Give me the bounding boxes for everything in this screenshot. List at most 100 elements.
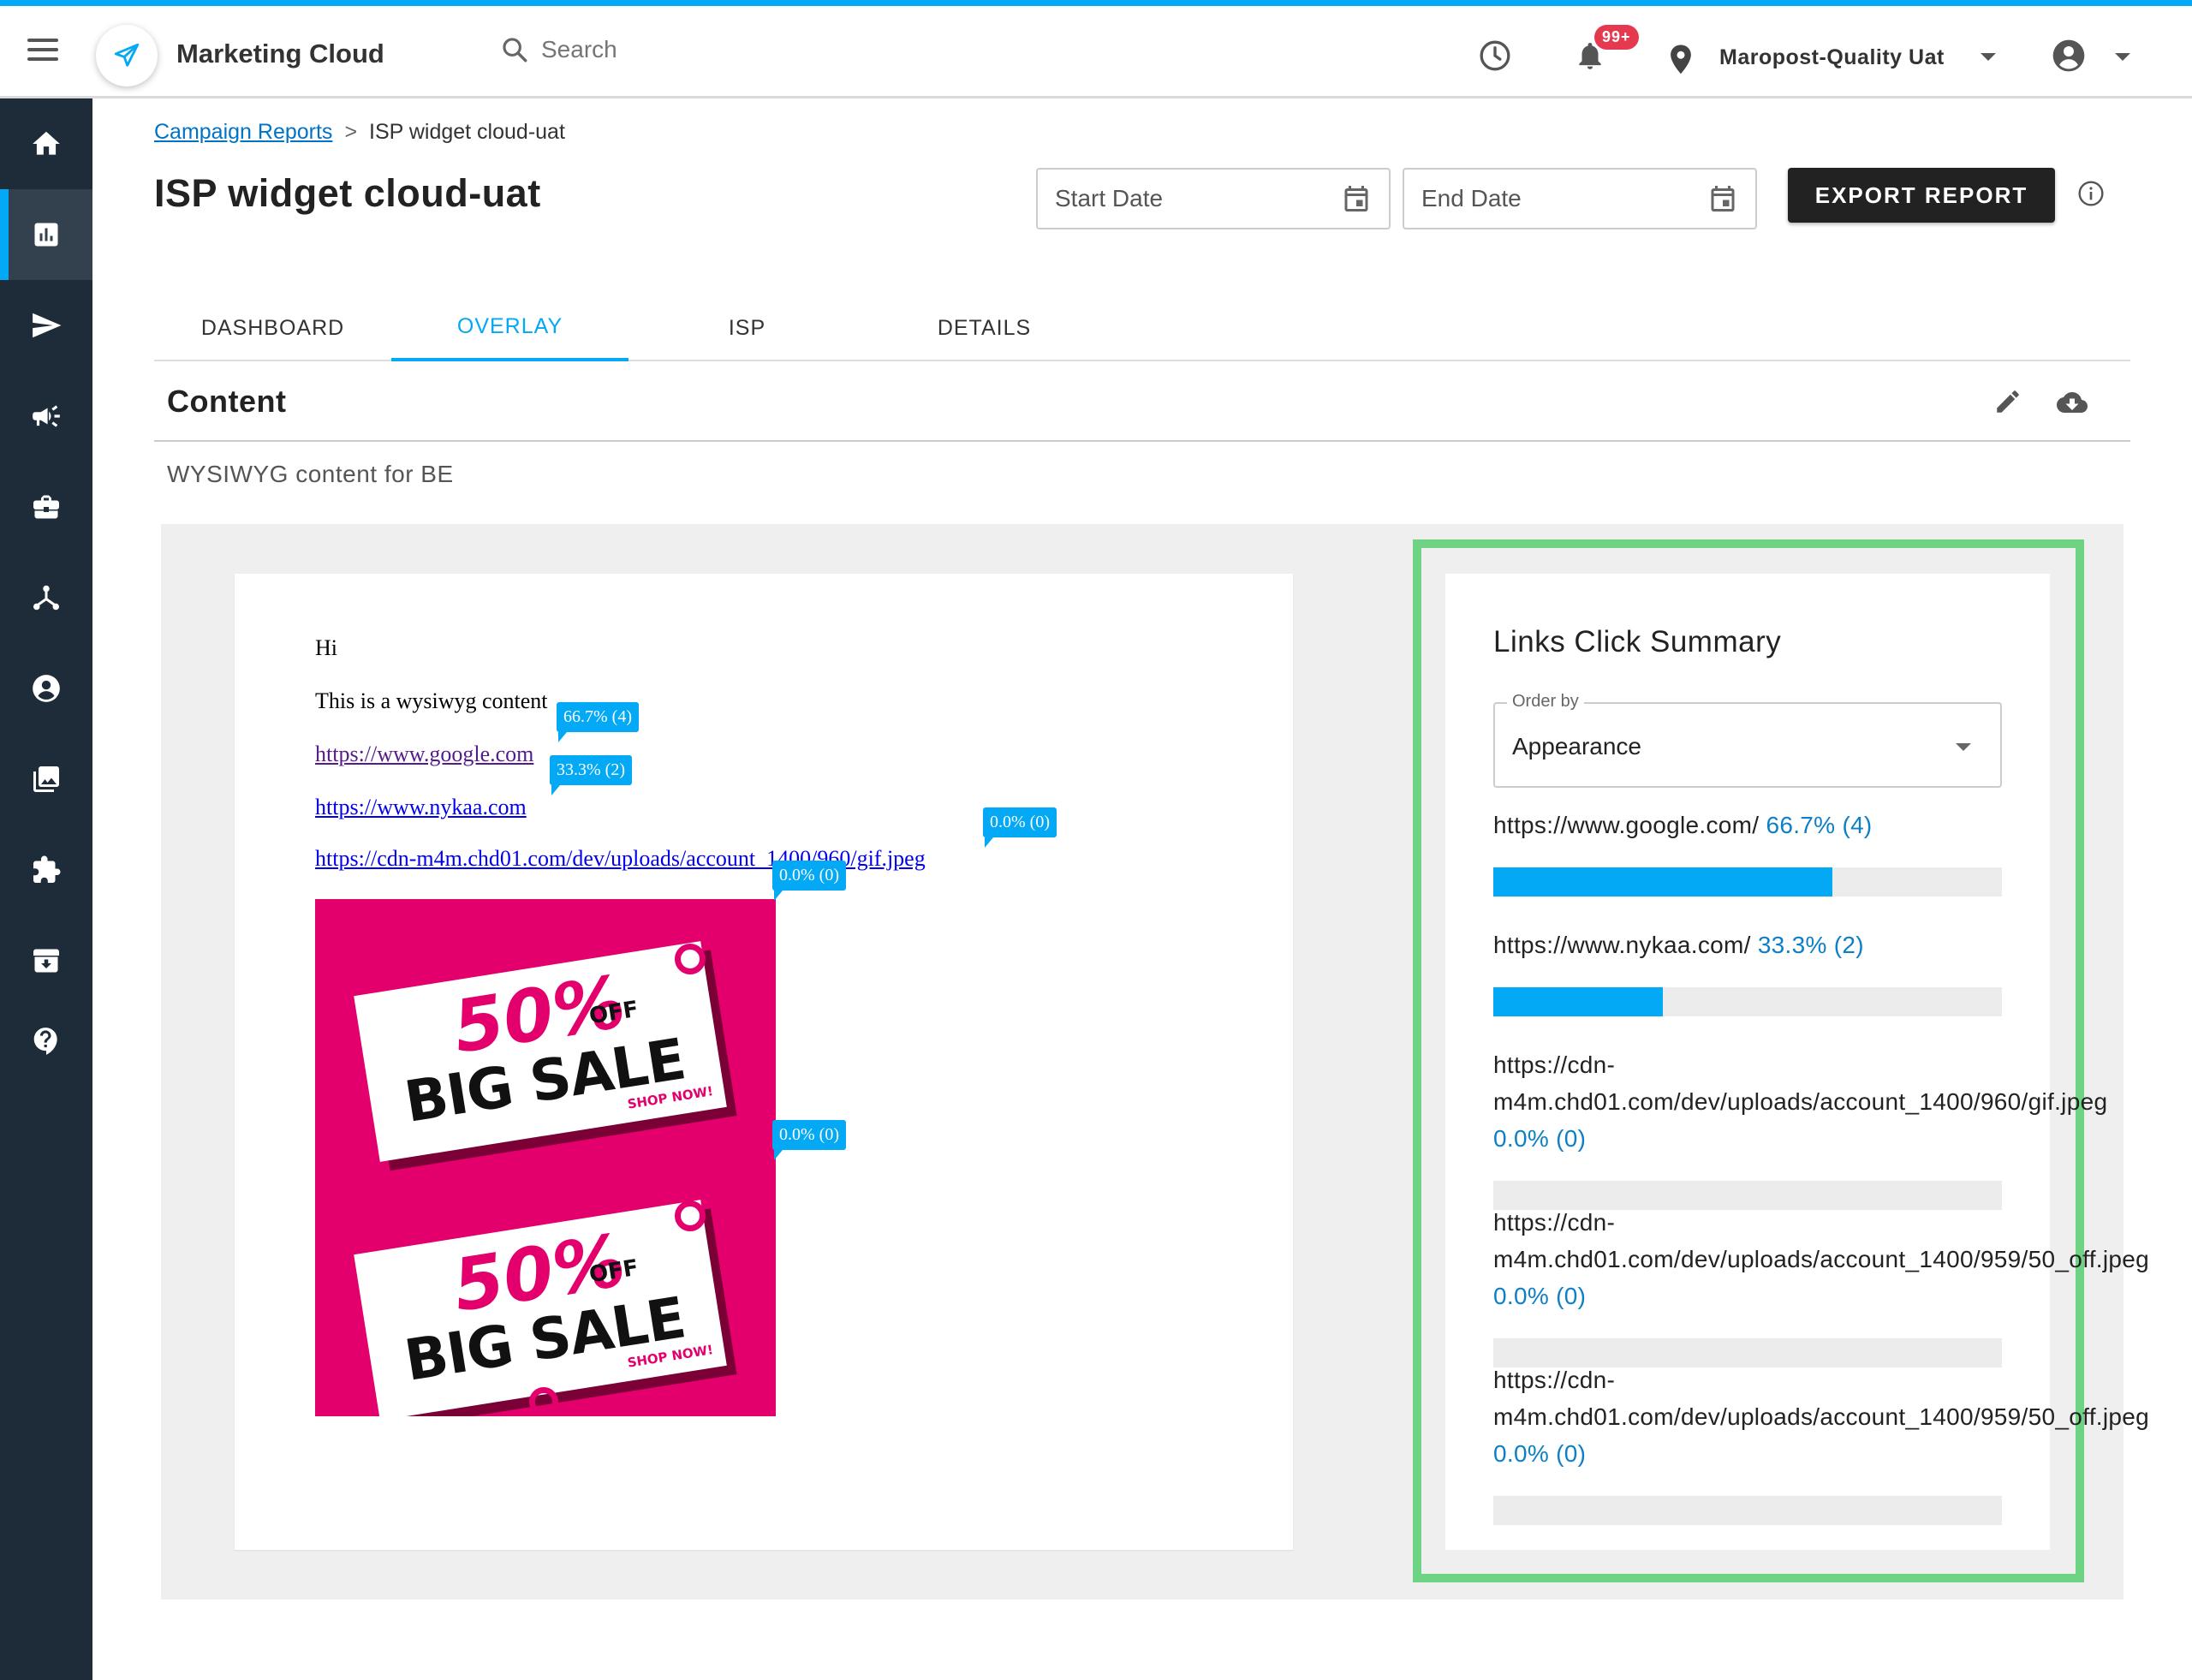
summary-progress-bar bbox=[1493, 1496, 2002, 1525]
email-link-nykaa[interactable]: https://www.nykaa.com bbox=[315, 795, 527, 819]
edit-pencil-icon[interactable] bbox=[1993, 387, 2022, 420]
user-avatar-icon[interactable] bbox=[2052, 39, 2086, 77]
summary-progress-fill bbox=[1493, 867, 1833, 897]
chevron-down-icon[interactable] bbox=[1956, 743, 1971, 751]
location-pin-icon bbox=[1668, 44, 1694, 80]
search-icon bbox=[503, 38, 527, 63]
tab-isp[interactable]: ISP bbox=[628, 295, 866, 361]
logo-icon[interactable] bbox=[96, 25, 158, 86]
summary-title: Links Click Summary bbox=[1493, 625, 1782, 658]
sidebar-item-send[interactable] bbox=[0, 280, 92, 371]
start-date-placeholder: Start Date bbox=[1055, 185, 1164, 211]
calendar-icon[interactable] bbox=[1341, 183, 1372, 214]
calendar-icon[interactable] bbox=[1707, 183, 1738, 214]
sidebar-item-gallery[interactable] bbox=[0, 734, 92, 825]
sidebar-item-help[interactable] bbox=[0, 996, 92, 1087]
click-tooltip-image-1: 0.0% (0) bbox=[772, 861, 846, 901]
account-selector[interactable]: Maropost-Quality Uat bbox=[1719, 45, 1945, 70]
links-click-summary: Links Click Summary Order by Appearance … bbox=[1445, 574, 2149, 1550]
sidebar-item-campaigns[interactable] bbox=[0, 371, 92, 462]
sidebar-item-home[interactable] bbox=[0, 98, 92, 189]
gallery-icon bbox=[33, 766, 59, 792]
account-icon bbox=[33, 675, 60, 702]
summary-item: https://cdn-m4m.chd01.com/dev/uploads/ac… bbox=[1493, 1361, 2149, 1525]
top-header: Marketing Cloud 99+ Maropost-Quality Uat bbox=[0, 6, 2192, 98]
network-icon bbox=[33, 585, 59, 611]
summary-item: https://www.google.com/ 66.7% (4) bbox=[1493, 807, 2002, 897]
email-link-google[interactable]: https://www.google.com bbox=[315, 742, 533, 766]
page-title: ISP widget cloud-uat bbox=[154, 171, 541, 215]
click-tooltip-image-2: 0.0% (0) bbox=[772, 1120, 846, 1160]
tab-overlay[interactable]: OVERLAY bbox=[391, 295, 628, 361]
sidebar-item-reports[interactable] bbox=[0, 189, 92, 280]
start-date-field[interactable]: Start Date bbox=[1036, 168, 1391, 229]
summary-stat: 33.3% (2) bbox=[1757, 932, 1864, 958]
sale-card-top: 50% OFF BIG SALE SHOP NOW! bbox=[354, 941, 727, 1162]
search-input[interactable] bbox=[541, 36, 798, 63]
breadcrumb: Campaign Reports > ISP widget cloud-uat bbox=[154, 120, 565, 145]
decor-ring bbox=[529, 1387, 558, 1416]
archive-icon bbox=[33, 949, 59, 973]
account-chevron-down-icon[interactable] bbox=[1981, 53, 1996, 61]
email-greeting: Hi bbox=[315, 635, 337, 660]
breadcrumb-separator: > bbox=[344, 120, 358, 144]
summary-url: https://www.google.com/ bbox=[1493, 812, 1760, 838]
export-report-button[interactable]: EXPORT REPORT bbox=[1788, 168, 2055, 223]
sidebar-item-journeys[interactable] bbox=[0, 552, 92, 643]
decor-ring bbox=[579, 899, 613, 921]
notification-badge: 99+ bbox=[1594, 25, 1639, 50]
search-bar[interactable] bbox=[500, 35, 798, 64]
content-header: Content bbox=[154, 372, 2130, 442]
order-by-value: Appearance bbox=[1512, 733, 1642, 760]
content-subtitle: WYSIWYG content for BE bbox=[167, 461, 454, 487]
user-chevron-down-icon[interactable] bbox=[2115, 53, 2130, 61]
decor-ring bbox=[675, 1200, 706, 1231]
summary-progress-bar bbox=[1493, 987, 2002, 1016]
order-by-label: Order by bbox=[1507, 692, 1584, 712]
briefcase-icon bbox=[33, 495, 59, 519]
email-preview: Hi This is a wysiwyg content https://www… bbox=[235, 574, 1293, 1550]
sale-banner-image[interactable]: 50% OFF BIG SALE SHOP NOW! 50% OFF BIG S… bbox=[315, 899, 776, 1416]
sidebar-item-archive[interactable] bbox=[0, 915, 92, 1006]
click-tooltip-cdn-gif: 0.0% (0) bbox=[983, 807, 1057, 848]
cloud-download-icon[interactable] bbox=[2057, 387, 2088, 422]
content-title: Content bbox=[167, 384, 287, 419]
send-icon bbox=[33, 313, 62, 338]
sidebar-item-integrations[interactable] bbox=[0, 825, 92, 915]
report-tabs: DASHBOARD OVERLAY ISP DETAILS bbox=[154, 295, 2130, 361]
breadcrumb-link-campaign-reports[interactable]: Campaign Reports bbox=[154, 120, 332, 145]
info-icon[interactable] bbox=[2077, 180, 2105, 211]
menu-icon[interactable] bbox=[27, 39, 58, 64]
email-body-text: This is a wysiwyg content bbox=[315, 688, 548, 713]
history-icon[interactable] bbox=[1478, 39, 1512, 77]
summary-item: https://cdn-m4m.chd01.com/dev/uploads/ac… bbox=[1493, 1046, 2107, 1210]
order-by-select[interactable]: Order by Appearance bbox=[1493, 692, 2002, 788]
tab-dashboard[interactable]: DASHBOARD bbox=[154, 295, 391, 361]
summary-progress-bar bbox=[1493, 867, 2002, 897]
summary-url: https://cdn-m4m.chd01.com/dev/uploads/ac… bbox=[1493, 1051, 2108, 1115]
top-accent-strip bbox=[0, 0, 2192, 6]
summary-stat: 66.7% (4) bbox=[1766, 812, 1873, 838]
end-date-field[interactable]: End Date bbox=[1403, 168, 1757, 229]
sidebar-item-contacts[interactable] bbox=[0, 643, 92, 734]
home-icon bbox=[33, 131, 60, 155]
tab-details[interactable]: DETAILS bbox=[866, 295, 1103, 361]
sidebar-item-briefcase[interactable] bbox=[0, 462, 92, 552]
summary-progress-fill bbox=[1493, 987, 1663, 1016]
decor-ring bbox=[331, 1224, 360, 1254]
summary-stat: 0.0% (0) bbox=[1493, 1283, 1587, 1309]
help-icon bbox=[33, 1028, 57, 1055]
decor-ring bbox=[579, 1139, 605, 1165]
sidebar bbox=[0, 98, 92, 1680]
end-date-placeholder: End Date bbox=[1421, 185, 1522, 211]
app-title: Marketing Cloud bbox=[176, 39, 384, 69]
breadcrumb-current: ISP widget cloud-uat bbox=[369, 120, 565, 144]
summary-stat: 0.0% (0) bbox=[1493, 1440, 1587, 1467]
click-tooltip-google: 66.7% (4) bbox=[557, 702, 639, 742]
summary-stat: 0.0% (0) bbox=[1493, 1125, 1587, 1152]
summary-item: https://www.nykaa.com/ 33.3% (2) bbox=[1493, 926, 2002, 1016]
click-tooltip-nykaa: 33.3% (2) bbox=[550, 755, 632, 795]
reports-icon bbox=[34, 223, 58, 247]
puzzle-icon bbox=[33, 855, 61, 883]
megaphone-icon bbox=[33, 405, 60, 427]
